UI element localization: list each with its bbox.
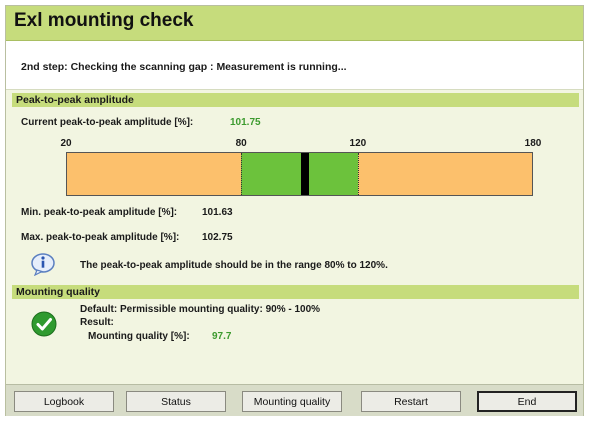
mounting-check-window: Exl mounting check 2nd step: Checking th… [5,5,584,416]
amplitude-range-bar [66,152,533,196]
check-circle-icon [31,311,57,337]
amplitude-section-title: Peak-to-peak amplitude [16,94,134,106]
mounting-quality-value: 97.7 [212,331,232,342]
mounting-quality-button[interactable]: Mounting quality [242,391,342,412]
mounting-result-label: Result: [80,317,114,328]
current-amplitude-marker [300,153,309,195]
step-status-panel: 2nd step: Checking the scanning gap : Me… [6,41,583,90]
scale-tick-label: 80 [235,138,247,149]
logbook-button[interactable]: Logbook [14,391,114,412]
range-high-divider [357,153,359,195]
restart-button[interactable]: Restart [361,391,461,412]
button-bar: Logbook Status Mounting quality Restart … [6,384,583,416]
range-low-divider [241,153,243,195]
scale-tick-label: 20 [60,138,72,149]
info-icon [31,253,55,276]
title-bar: Exl mounting check [6,6,583,41]
mounting-default-text: Default: Permissible mounting quality: 9… [80,304,321,315]
min-amplitude-label: Min. peak-to-peak amplitude [%]: [21,207,178,218]
mounting-quality-label: Mounting quality [%]: [88,331,190,342]
mounting-quality-section-title: Mounting quality [16,286,100,298]
step-status-text: 2nd step: Checking the scanning gap : Me… [21,61,347,73]
end-button[interactable]: End [477,391,577,412]
scale-tick-label: 120 [349,138,367,149]
window-title: Exl mounting check [14,10,194,31]
max-amplitude-value: 102.75 [202,232,233,243]
status-button[interactable]: Status [126,391,226,412]
scale-tick-label: 180 [524,138,542,149]
min-amplitude-value: 101.63 [202,207,233,218]
mounting-quality-section-header: Mounting quality [12,285,579,299]
max-amplitude-label: Max. peak-to-peak amplitude [%]: [21,232,180,243]
permissible-range-fill [241,153,358,195]
current-amplitude-value: 101.75 [230,117,261,128]
amplitude-info-text: The peak-to-peak amplitude should be in … [80,260,388,271]
current-amplitude-label: Current peak-to-peak amplitude [%]: [21,117,194,128]
amplitude-section-header: Peak-to-peak amplitude [12,93,579,107]
